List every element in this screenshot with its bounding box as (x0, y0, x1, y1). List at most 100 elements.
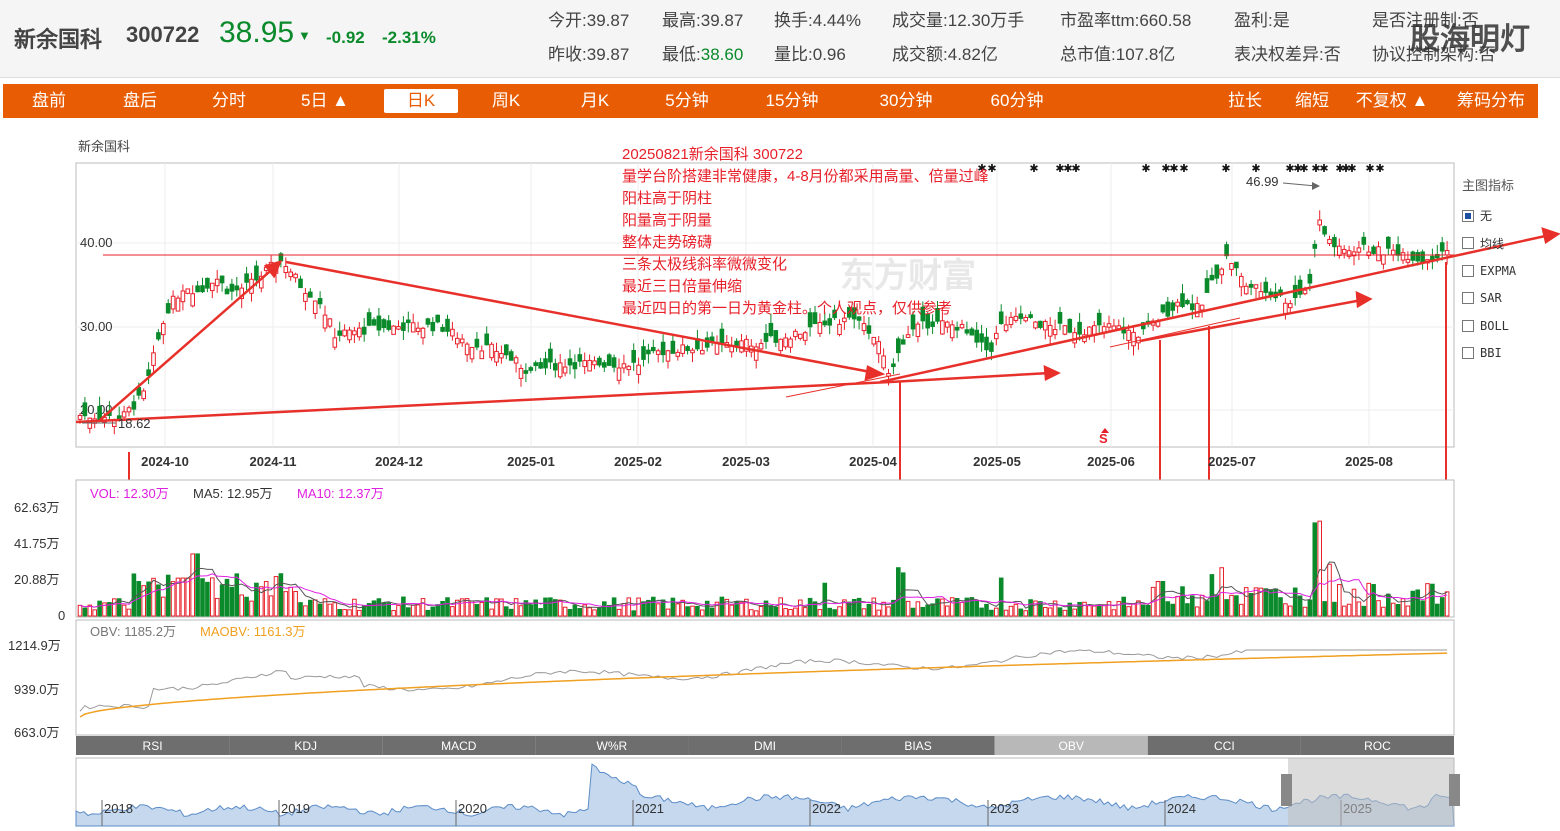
quote-label: 市盈率ttm: (1060, 11, 1140, 30)
indicator-tab[interactable]: BIAS (841, 736, 995, 755)
tab-period[interactable]: 60分钟 (975, 84, 1059, 118)
checkbox-icon[interactable] (1462, 347, 1474, 360)
checkbox-icon[interactable] (1462, 264, 1474, 277)
candle-body (979, 333, 984, 343)
candle-body (940, 320, 945, 335)
quote-label: 表决权差异: (1234, 45, 1324, 64)
quote-field: 量比:0.96 (774, 40, 846, 65)
tab-period[interactable]: 5分钟 (651, 84, 723, 118)
candle-body (528, 367, 534, 371)
indicator-option[interactable]: BBI (1462, 340, 1560, 368)
candle-body (1013, 315, 1019, 321)
tab-chart-option[interactable]: 缩短 (1284, 84, 1340, 118)
tab-period[interactable]: 5日 ▲ (290, 84, 360, 118)
volume-bar (1043, 606, 1048, 617)
tab-period[interactable]: 周K (476, 84, 536, 118)
candle-body (1052, 329, 1058, 336)
volume-bar (876, 609, 882, 617)
indicator-tab[interactable]: KDJ (229, 736, 383, 755)
indicator-tab[interactable]: CCI (1147, 736, 1301, 755)
vol-y-tick-3: 20.88万 (14, 572, 60, 587)
indicator-tab[interactable]: W%R (535, 736, 689, 755)
candle-body (1106, 323, 1112, 328)
candle-body (229, 283, 235, 292)
candle-body (871, 336, 877, 345)
candle-body (425, 318, 431, 325)
indicator-tab-label: CCI (1214, 739, 1235, 753)
event-marker: ✱ (1221, 163, 1230, 175)
volume-bar (1145, 605, 1151, 617)
volume-bar (592, 609, 597, 617)
indicator-tab[interactable]: DMI (688, 736, 842, 755)
candle-body (1204, 278, 1210, 293)
navigator-year: 2019 (281, 801, 310, 816)
candle-body (401, 322, 406, 331)
volume-bar (469, 600, 475, 617)
checkbox-icon[interactable] (1462, 319, 1474, 332)
indicator-tab[interactable]: ROC (1300, 736, 1454, 755)
checkbox-icon[interactable] (1462, 292, 1474, 305)
indicator-option[interactable]: 无 (1462, 202, 1560, 230)
quote-field: 表决权差异:否 (1234, 40, 1341, 65)
volume-bar (984, 603, 989, 617)
tab-chart-option[interactable]: 不复权 ▲ (1349, 84, 1435, 118)
volume-bar (651, 596, 656, 617)
tab-period[interactable]: 日K (384, 89, 458, 113)
y-tick-30: 30.00 (80, 319, 113, 334)
indicator-tab[interactable]: MACD (382, 736, 536, 755)
volume-bar (1420, 600, 1425, 617)
navigator-right-handle[interactable] (1449, 774, 1460, 806)
tab-period[interactable]: 分时 (199, 84, 259, 118)
volume-bar (945, 605, 950, 617)
volume-bar (205, 581, 210, 617)
quote-field: 今开:39.87 (548, 6, 629, 31)
volume-bar (234, 573, 240, 617)
candle-body (1405, 258, 1411, 263)
candle-body (783, 337, 788, 348)
volume-bar (557, 599, 563, 617)
candle-body (1043, 320, 1048, 331)
indicator-option[interactable]: 均线 (1462, 230, 1560, 258)
tab-period[interactable]: 15分钟 (750, 84, 834, 118)
checkbox-icon[interactable] (1462, 209, 1474, 222)
candle-body (1332, 237, 1337, 248)
quote-label: 盈利: (1234, 11, 1273, 30)
candle-body (655, 350, 661, 355)
tab-period[interactable]: 月K (565, 84, 625, 118)
candle-body (1253, 284, 1259, 289)
volume-bar (602, 601, 607, 617)
quote-label: 成交量: (892, 11, 948, 30)
indicator-option[interactable]: SAR (1462, 285, 1560, 313)
candle-body (484, 333, 489, 346)
navigator-window[interactable] (1288, 758, 1454, 826)
y-tick-40: 40.00 (80, 235, 113, 250)
candle-body (1018, 313, 1024, 319)
candle-body (77, 415, 83, 420)
volume-bar (1175, 595, 1180, 617)
volume-bar (1165, 601, 1171, 617)
volume-bar (1361, 605, 1367, 617)
navigator-left-handle[interactable] (1281, 774, 1292, 806)
navigator-year: 2021 (635, 801, 664, 816)
candle-body (1243, 285, 1249, 295)
obv-label: OBV: 1185.2万 (90, 624, 176, 639)
candle-body (876, 341, 882, 355)
indicator-tab[interactable]: OBV (994, 736, 1148, 755)
kline-chart[interactable]: 新余国科 40.00 30.00 20.00 东方财富 46.99 18.62 … (0, 118, 1560, 831)
tab-period[interactable]: 盘后 (110, 84, 170, 118)
checkbox-icon[interactable] (1462, 237, 1474, 250)
navigator-year: 2023 (990, 801, 1019, 816)
volume-bar (954, 597, 960, 617)
tab-chart-option[interactable]: 筹码分布 (1447, 84, 1535, 118)
tab-period[interactable]: 30分钟 (864, 84, 948, 118)
volume-bar (185, 577, 191, 617)
indicator-tab[interactable]: RSI (76, 736, 230, 755)
volume-bar (685, 606, 690, 617)
volume-bar (391, 610, 396, 617)
candle-body (969, 328, 975, 336)
tab-period[interactable]: 盘前 (19, 84, 79, 118)
volume-bar (464, 598, 470, 617)
indicator-option[interactable]: BOLL (1462, 312, 1560, 340)
indicator-option[interactable]: EXPMA (1462, 257, 1560, 285)
tab-chart-option[interactable]: 拉长 (1217, 84, 1273, 118)
